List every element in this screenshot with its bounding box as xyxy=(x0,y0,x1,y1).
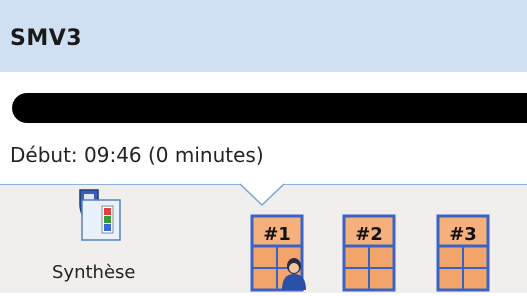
synthese-icon xyxy=(79,189,121,241)
table-number: #2 xyxy=(355,224,383,245)
title-bar: SMV3 xyxy=(0,0,527,72)
table-1-button[interactable]: #1 xyxy=(250,214,308,292)
table-2-button[interactable]: #2 xyxy=(342,214,398,292)
user-icon xyxy=(282,258,306,290)
synthese-button[interactable]: Synthèse xyxy=(40,186,150,290)
table-3-button[interactable]: #3 xyxy=(436,214,492,292)
progress-bar xyxy=(12,93,527,123)
table-grid-icon: #3 xyxy=(436,214,490,292)
table-grid-icon: #2 xyxy=(342,214,396,292)
synthese-label: Synthèse xyxy=(52,262,136,283)
popup-pointer-icon xyxy=(240,183,285,207)
start-time-label: Début: 09:46 (0 minutes) xyxy=(10,143,264,167)
table-number: #1 xyxy=(263,224,291,245)
table-number: #3 xyxy=(449,224,477,245)
window-title: SMV3 xyxy=(10,26,83,51)
